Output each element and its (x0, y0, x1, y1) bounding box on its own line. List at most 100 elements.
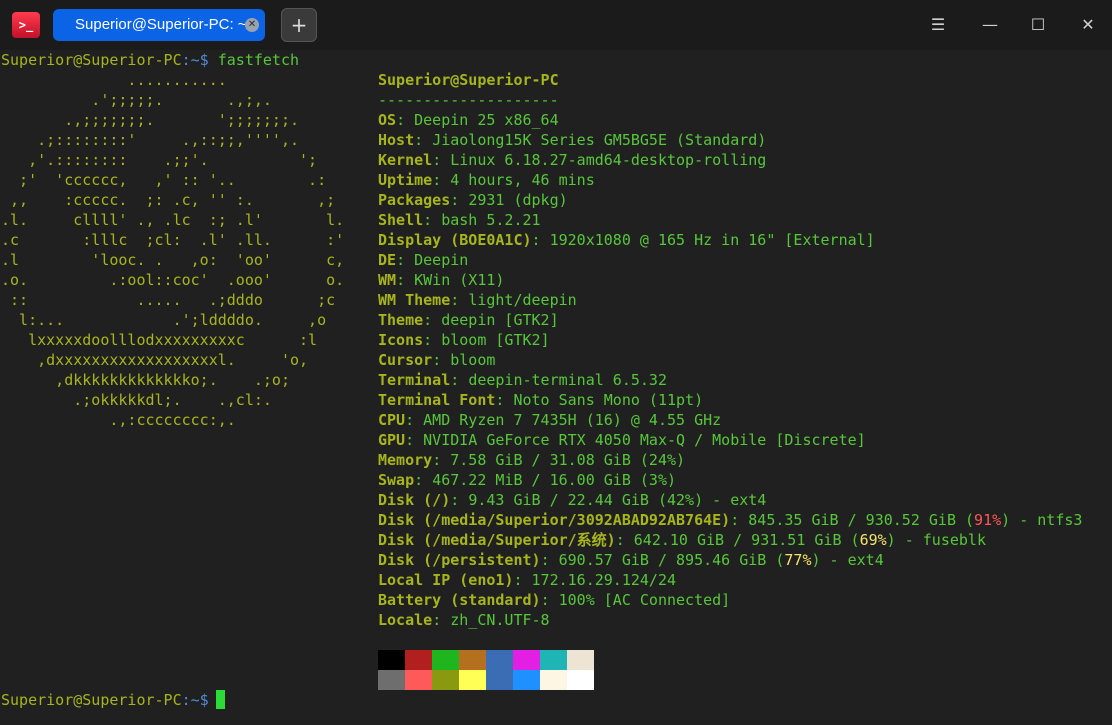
info-value: KWin (X11) (414, 271, 505, 289)
info-value: light/deepin (468, 291, 577, 309)
info-key: OS (378, 111, 397, 129)
info-line: Disk (/media/Superior/系统): 642.10 GiB / … (378, 531, 986, 549)
info-key: Swap (378, 471, 415, 489)
usage-percent: 77% (784, 551, 812, 569)
info-value: Linux 6.18.27-amd64-desktop-rolling (450, 151, 767, 169)
info-key: Packages (378, 191, 451, 209)
info-key: Theme (378, 311, 424, 329)
logo-line: .,;;;;;;;. ';;;;;;;. (1, 111, 300, 129)
info-line: Terminal: deepin-terminal 6.5.32 (378, 371, 667, 389)
info-key: Disk (/media/Superior/系统) (378, 531, 616, 549)
info-line: GPU: NVIDIA GeForce RTX 4050 Max-Q / Mob… (378, 431, 866, 449)
color-swatch (486, 670, 513, 690)
logo-line: ........... (1, 71, 227, 89)
info-line: Display (BOE0A1C): 1920x1080 @ 165 Hz in… (378, 231, 875, 249)
info-value: Deepin (414, 251, 469, 269)
close-window-icon[interactable]: ✕ (1076, 13, 1100, 37)
info-key: Icons (378, 331, 424, 349)
logo-line: :: ..... .;dddo ;c (1, 291, 336, 309)
info-key: WM Theme (378, 291, 451, 309)
logo-line: lxxxxxdoolllodxxxxxxxxxc :l (1, 331, 318, 349)
logo-line: ,dkkkkkkkkkkkkko;. .;o; (1, 371, 290, 389)
command-text: fastfetch (217, 51, 300, 69)
color-swatch (432, 670, 459, 690)
info-line: Disk (/): 9.43 GiB / 22.44 GiB (42%) - e… (378, 491, 767, 509)
info-value: 690.57 GiB / 895.46 GiB ( (558, 551, 785, 569)
info-line: Packages: 2931 (dpkg) (378, 191, 568, 209)
info-key: Local IP (eno1) (378, 571, 514, 589)
prompt-user-2: Superior@Superior-PC (1, 691, 182, 709)
info-key: Disk (/) (378, 491, 451, 509)
info-key: Memory (378, 451, 433, 469)
info-line: Disk (/persistent): 690.57 GiB / 895.46 … (378, 551, 884, 569)
info-line: Memory: 7.58 GiB / 31.08 GiB (24%) (378, 451, 686, 469)
minimize-icon[interactable]: — (978, 13, 1002, 37)
info-value: AMD Ryzen 7 7435H (16) @ 4.55 GHz (423, 411, 722, 429)
prompt-user: Superior@Superior-PC (1, 51, 182, 69)
info-key: Locale (378, 611, 433, 629)
color-swatch (459, 670, 486, 690)
info-value: 845.35 GiB / 930.52 GiB ( (748, 511, 975, 529)
info-key: Host (378, 131, 415, 149)
info-line: WM: KWin (X11) (378, 271, 505, 289)
info-value: 9.43 GiB / 22.44 GiB (42%) - ext4 (468, 491, 767, 509)
info-value: deepin [GTK2] (441, 311, 559, 329)
color-swatch (405, 670, 432, 690)
info-value: bloom (450, 351, 496, 369)
color-swatch (540, 670, 567, 690)
text-cursor (216, 690, 225, 709)
info-key: Disk (/persistent) (378, 551, 541, 569)
logo-line: l:... .';lddddo. ,o (1, 311, 327, 329)
info-line: Terminal Font: Noto Sans Mono (11pt) (378, 391, 704, 409)
info-value: 4 hours, 46 mins (450, 171, 595, 189)
color-swatch (432, 650, 459, 670)
logo-line: .l 'looc. . ,o: 'oo' c, (1, 251, 345, 269)
tab-terminal[interactable]: Superior@Superior-PC: ~ ✕ (53, 9, 265, 41)
info-key: Cursor (378, 351, 433, 369)
terminal-app-icon[interactable]: >_ (12, 12, 40, 38)
info-line: Shell: bash 5.2.21 (378, 211, 541, 229)
info-key: GPU (378, 431, 406, 449)
info-line: DE: Deepin (378, 251, 469, 269)
info-key: WM (378, 271, 397, 289)
color-swatch (513, 650, 540, 670)
logo-line: ,dxxxxxxxxxxxxxxxxxxl. 'o, (1, 351, 309, 369)
menu-icon[interactable]: ☰ (926, 13, 950, 37)
info-key: Battery (standard) (378, 591, 541, 609)
info-key: Shell (378, 211, 424, 229)
logo-line: .;::::::::' .,::;;,'''',. (1, 131, 300, 149)
info-line: Theme: deepin [GTK2] (378, 311, 559, 329)
info-line: Icons: bloom [GTK2] (378, 331, 550, 349)
logo-line: .o. .:ool::coc' .ooo' o. (1, 271, 345, 289)
color-swatch (540, 650, 567, 670)
color-swatch (405, 650, 432, 670)
info-value: 100% [AC Connected] (558, 591, 731, 609)
maximize-icon[interactable]: ☐ (1026, 13, 1050, 37)
color-swatch (567, 650, 594, 670)
info-line: OS: Deepin 25 x86_64 (378, 111, 559, 129)
info-value: Deepin 25 x86_64 (414, 111, 559, 129)
info-key: Terminal Font (378, 391, 496, 409)
tab-title: Superior@Superior-PC: ~ (75, 16, 247, 33)
info-value: NVIDIA GeForce RTX 4050 Max-Q / Mobile [… (423, 431, 866, 449)
info-value: deepin-terminal 6.5.32 (468, 371, 667, 389)
info-value: 2931 (dpkg) (468, 191, 568, 209)
logo-line: ;' 'cccccc, ,' :: '.. .: (1, 171, 327, 189)
color-swatch (567, 670, 594, 690)
new-tab-button[interactable]: + (281, 8, 317, 42)
logo-line: .,:cccccccc:,. (1, 411, 236, 429)
terminal-area[interactable]: Superior@Superior-PC:~$ fastfetch ......… (0, 50, 1112, 725)
info-key: CPU (378, 411, 406, 429)
info-value: 7.58 GiB / 31.08 GiB (24%) (450, 451, 686, 469)
info-line: Disk (/media/Superior/3092ABAD92AB764E):… (378, 511, 1083, 529)
command-line: Superior@Superior-PC:~$ fastfetch (1, 50, 299, 70)
color-swatch (459, 650, 486, 670)
info-line: Swap: 467.22 MiB / 16.00 GiB (3%) (378, 471, 677, 489)
info-key: Uptime (378, 171, 433, 189)
tab-close-icon[interactable]: ✕ (245, 18, 259, 32)
logo-line: .';;;;;. .,;,. (1, 91, 272, 109)
info-key: Kernel (378, 151, 433, 169)
color-swatch (486, 650, 513, 670)
info-value: 172.16.29.124/24 (531, 571, 677, 589)
logo-line: ,'.:::::::: .;;'. '; (1, 151, 318, 169)
